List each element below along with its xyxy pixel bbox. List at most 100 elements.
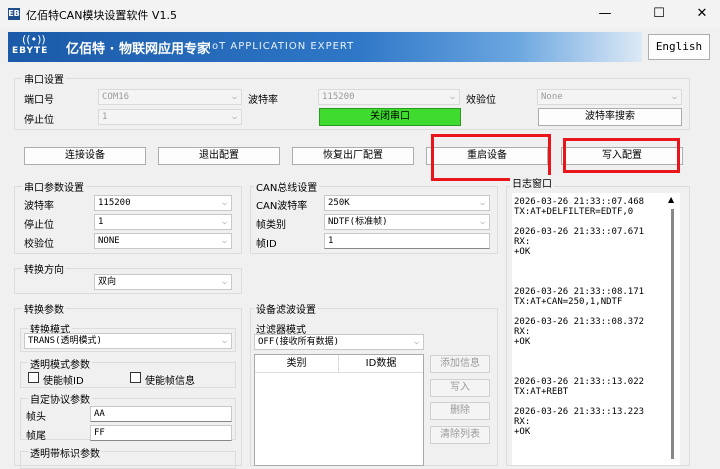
filter-write-button[interactable]: 写入 [430, 379, 490, 397]
baud-value: 115200 [322, 92, 355, 102]
tail-field[interactable]: FF [90, 425, 232, 441]
col-id-header[interactable]: ID数据 [339, 355, 423, 373]
sp-parity-select[interactable]: NONE ⌵ [94, 233, 232, 249]
restore-factory-button[interactable]: 恢复出厂配置 [292, 147, 414, 165]
sp-stop-label: 停止位 [24, 220, 54, 231]
frame-type-label: 帧类别 [256, 220, 286, 231]
filter-mode-select[interactable]: OFF(接收所有数据) ⌵ [254, 334, 424, 350]
log-line: +OK [514, 427, 531, 437]
sp-baud-select[interactable]: 115200 ⌵ [94, 195, 232, 211]
delete-button[interactable]: 删除 [430, 402, 490, 420]
enable-frame-info-checkbox[interactable] [130, 372, 141, 383]
exit-config-button[interactable]: 退出配置 [158, 147, 280, 165]
custom-protocol-label: 自定协议参数 [28, 391, 92, 406]
highlight-restart [431, 134, 551, 181]
log-text: 2026-03-26 21:33::07.468 TX:AT+DELFILTER=… [514, 197, 644, 437]
log-line: RX: [514, 417, 531, 427]
direction-value: 双向 [98, 277, 117, 287]
sp-parity-value: NONE [98, 236, 120, 246]
minimize-icon[interactable]: — [582, 0, 628, 28]
mode-select[interactable]: TRANS(透明模式) ⌵ [24, 333, 232, 349]
slogan: 亿佰特 · 物联网应用专家 [66, 42, 210, 57]
conversion-label: 转换参数 [22, 301, 66, 316]
baud-select[interactable]: 115200 ⌵ [318, 89, 460, 105]
port-label: 端口号 [24, 95, 54, 106]
clear-list-button[interactable]: 清除列表 [430, 426, 490, 444]
log-line: TX:AT+REBT [514, 387, 569, 397]
frame-id-label: 帧ID [256, 239, 277, 250]
close-port-button[interactable]: 关闭串口 [319, 108, 461, 126]
can-baud-select[interactable]: 250K ⌵ [324, 195, 490, 211]
log-line: 2026-03-26 21:33::08.171 [514, 287, 645, 297]
parity-value: None [541, 92, 563, 102]
chevron-down-icon: ⌵ [222, 198, 227, 207]
can-bus-label: CAN总线设置 [254, 179, 320, 194]
can-baud-value: 250K [328, 198, 350, 208]
sp-baud-value: 115200 [98, 198, 131, 208]
sp-baud-label: 波特率 [24, 201, 54, 212]
chevron-down-icon: ⌵ [480, 198, 485, 207]
scroll-thumb[interactable] [671, 209, 674, 459]
enable-frame-id-checkbox[interactable] [28, 372, 39, 383]
logo-wifi-icon: ((•)) [22, 33, 46, 46]
parity-select[interactable]: None ⌵ [537, 89, 682, 105]
log-line: 2026-03-26 21:33::13.022 [514, 377, 645, 387]
log-line: TX:AT+DELFILTER=EDTF,0 [514, 207, 634, 217]
baud-label: 波特率 [248, 95, 278, 106]
stop-value: 1 [102, 112, 108, 122]
language-button[interactable]: English [648, 34, 710, 60]
chevron-down-icon: ⌵ [222, 217, 227, 226]
window-title: 亿佰特CAN模块设置软件 V1.5 [26, 9, 177, 22]
transparent-label: 透明模式参数 [28, 356, 92, 371]
mode-value: TRANS(透明模式) [28, 336, 102, 346]
serial-params-label: 串口参数设置 [22, 179, 86, 194]
chevron-down-icon: ⌵ [222, 336, 227, 345]
log-label: 日志窗口 [510, 175, 554, 190]
chevron-down-icon: ⌵ [672, 92, 677, 101]
logo-text: EBYTE [12, 46, 49, 56]
direction-select[interactable]: 双向 ⌵ [94, 274, 232, 290]
highlight-write [563, 138, 680, 173]
log-window[interactable]: 2026-03-26 21:33::07.468 TX:AT+DELFILTER=… [512, 193, 680, 465]
sp-stop-value: 1 [98, 217, 104, 227]
log-line: TX:AT+CAN=250,1,NDTF [514, 297, 623, 307]
chevron-down-icon: ⌵ [480, 217, 485, 226]
chevron-down-icon: ⌵ [222, 277, 227, 286]
frame-type-value: NDTF(标准帧) [328, 217, 388, 227]
connect-button[interactable]: 连接设备 [24, 147, 146, 165]
parity-label: 效验位 [466, 95, 496, 106]
chevron-down-icon: ⌵ [222, 236, 227, 245]
enable-frame-id-label: 使能帧ID [43, 376, 84, 387]
frame-id-field[interactable]: 1 [324, 233, 490, 249]
port-value: COM16 [102, 92, 130, 102]
filter-mode-value: OFF(接收所有数据) [258, 337, 340, 347]
add-info-button[interactable]: 添加信息 [430, 355, 490, 373]
stop-select[interactable]: 1 ⌵ [98, 109, 242, 125]
log-line: RX: [514, 327, 531, 337]
maximize-icon[interactable]: ☐ [636, 0, 682, 28]
direction-label: 转换方向 [22, 261, 66, 276]
sp-stop-select[interactable]: 1 ⌵ [94, 214, 232, 230]
log-line: RX: [514, 237, 531, 247]
baud-search-button[interactable]: 波特率搜索 [538, 108, 682, 126]
head-field[interactable]: AA [90, 406, 232, 422]
sp-parity-label: 校验位 [24, 239, 54, 250]
log-scrollbar[interactable]: ▲ [666, 193, 680, 465]
app-icon: EB [8, 8, 20, 20]
can-baud-label: CAN波特率 [256, 201, 308, 212]
port-select[interactable]: COM16 ⌵ [98, 89, 242, 105]
chevron-down-icon: ⌵ [232, 112, 237, 121]
close-icon[interactable]: ✕ [684, 0, 720, 28]
frame-type-select[interactable]: NDTF(标准帧) ⌵ [324, 214, 490, 230]
log-line: +OK [514, 247, 531, 257]
log-line: +OK [514, 337, 531, 347]
col-type-header[interactable]: 类别 [255, 355, 339, 373]
scroll-up-icon[interactable]: ▲ [668, 195, 674, 204]
